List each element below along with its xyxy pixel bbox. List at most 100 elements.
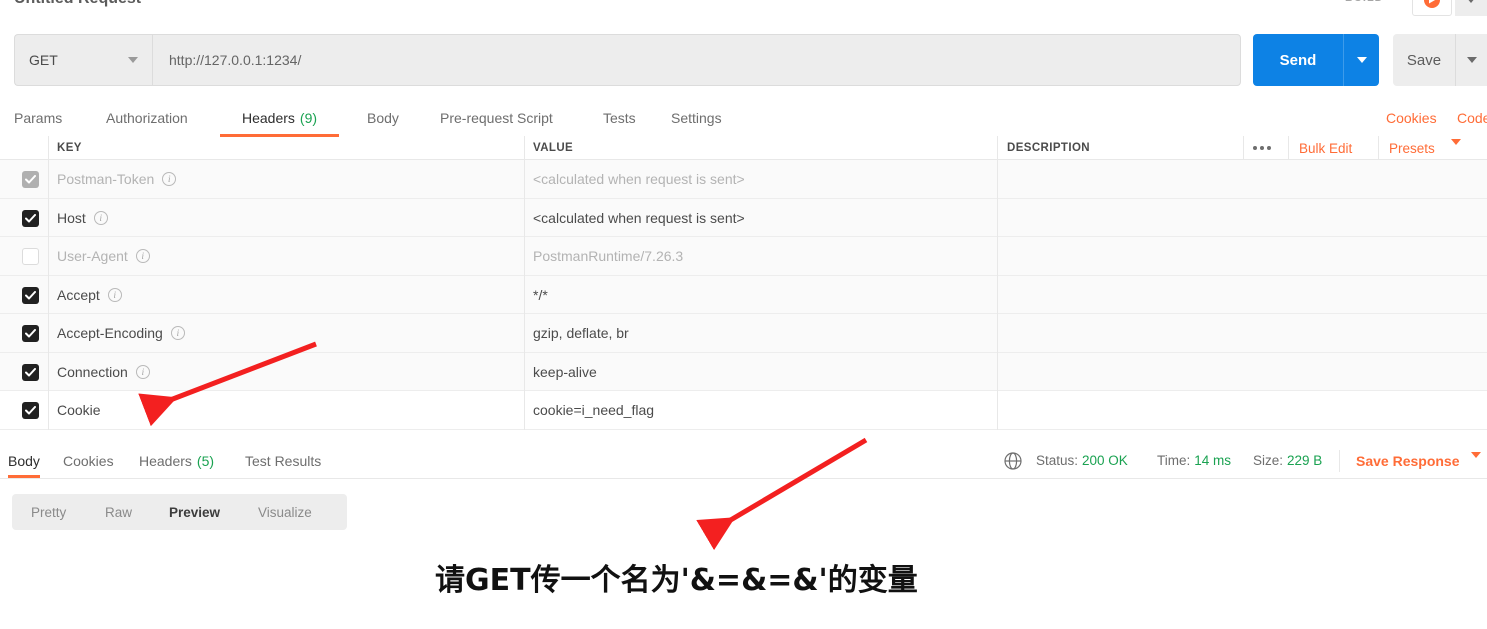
response-tab-cookies[interactable]: Cookies bbox=[63, 443, 114, 478]
header-value-cell[interactable]: cookie=i_need_flag bbox=[533, 391, 654, 430]
tab-label: Settings bbox=[671, 110, 722, 126]
save-response-button[interactable]: Save Response bbox=[1356, 443, 1460, 478]
url-input[interactable]: http://127.0.0.1:1234/ bbox=[152, 34, 1241, 86]
column-divider bbox=[48, 237, 49, 276]
column-header-description: DESCRIPTION bbox=[1007, 142, 1090, 154]
table-header-row: KEY VALUE DESCRIPTION Bulk Edit Presets bbox=[0, 136, 1487, 162]
presets-button[interactable]: Presets bbox=[1389, 136, 1435, 160]
tab-label: Test Results bbox=[245, 452, 322, 469]
column-divider bbox=[48, 160, 49, 199]
chevron-down-icon bbox=[1466, 0, 1476, 3]
header-value-cell[interactable]: */* bbox=[533, 276, 548, 315]
table-row[interactable]: User-Agent i PostmanRuntime/7.26.3 bbox=[0, 237, 1487, 276]
column-divider bbox=[524, 160, 525, 199]
tab-headers[interactable]: Headers (9) bbox=[220, 100, 340, 137]
cookies-link[interactable]: Cookies bbox=[1386, 100, 1437, 136]
response-tab-body[interactable]: Body bbox=[8, 443, 40, 478]
save-options-button[interactable] bbox=[1455, 34, 1487, 86]
header-key-cell[interactable]: Host i bbox=[57, 199, 108, 238]
column-divider bbox=[1288, 136, 1289, 160]
table-row[interactable]: Host i <calculated when request is sent> bbox=[0, 198, 1487, 238]
row-enable-checkbox[interactable] bbox=[22, 209, 39, 227]
info-icon[interactable]: i bbox=[107, 287, 122, 302]
column-divider bbox=[524, 314, 525, 353]
tab-params[interactable]: Params bbox=[14, 100, 62, 136]
header-key-cell[interactable]: Cookie bbox=[57, 391, 101, 430]
response-body-text: 请GET传一个名为'&=&=&'的变量 bbox=[435, 563, 918, 598]
header-key-cell[interactable]: Connection i bbox=[57, 353, 150, 392]
table-row[interactable]: Connection i keep-alive bbox=[0, 352, 1487, 392]
request-url-bar: GET http://127.0.0.1:1234/ Send Save bbox=[0, 34, 1487, 86]
header-key-text: Cookie bbox=[57, 402, 101, 419]
info-icon[interactable]: i bbox=[170, 326, 185, 341]
http-method-select[interactable]: GET bbox=[14, 34, 152, 86]
header-value-cell[interactable]: <calculated when request is sent> bbox=[533, 199, 745, 238]
tab-authorization[interactable]: Authorization bbox=[106, 100, 188, 136]
column-divider bbox=[48, 391, 49, 430]
size-value: 229 B bbox=[1287, 453, 1323, 468]
table-row[interactable]: Accept i */* bbox=[0, 275, 1487, 315]
bulk-edit-button[interactable]: Bulk Edit bbox=[1299, 136, 1352, 160]
row-enable-checkbox[interactable] bbox=[22, 402, 39, 419]
format-visualize[interactable]: Visualize bbox=[258, 494, 312, 530]
format-pretty[interactable]: Pretty bbox=[31, 494, 66, 530]
table-row[interactable]: Postman-Token i <calculated when request… bbox=[0, 160, 1487, 199]
tab-settings[interactable]: Settings bbox=[671, 100, 722, 136]
request-tab-bar: Params Authorization Headers (9) Body Pr… bbox=[0, 100, 1487, 137]
response-tab-headers[interactable]: Headers (5) bbox=[139, 443, 214, 478]
window-top-strip: Untitled Request BUILD bbox=[0, 0, 1487, 22]
time-value: 14 ms bbox=[1194, 453, 1232, 468]
header-key-text: User-Agent bbox=[57, 248, 128, 265]
row-enable-checkbox[interactable] bbox=[22, 171, 39, 188]
tab-pre-request-script[interactable]: Pre-request Script bbox=[440, 100, 553, 136]
header-key-text: Accept-Encoding bbox=[57, 325, 163, 342]
row-enable-checkbox[interactable] bbox=[22, 248, 39, 265]
http-method-label: GET bbox=[29, 52, 58, 68]
tab-tests[interactable]: Tests bbox=[603, 100, 636, 136]
response-tab-test-results[interactable]: Test Results bbox=[245, 443, 321, 478]
chevron-down-icon bbox=[128, 57, 138, 63]
header-key-cell[interactable]: Postman-Token i bbox=[57, 160, 177, 199]
tab-label: Body bbox=[8, 452, 40, 469]
send-button[interactable]: Send bbox=[1253, 34, 1343, 86]
send-options-button[interactable] bbox=[1343, 34, 1379, 86]
info-icon[interactable]: i bbox=[93, 210, 108, 225]
table-row[interactable]: Accept-Encoding i gzip, deflate, br bbox=[0, 314, 1487, 353]
row-enable-checkbox[interactable] bbox=[22, 286, 39, 304]
format-raw[interactable]: Raw bbox=[105, 494, 132, 530]
column-divider bbox=[524, 198, 525, 237]
size-label: Size: bbox=[1253, 453, 1284, 468]
header-value-cell[interactable]: <calculated when request is sent> bbox=[533, 160, 745, 199]
tab-label: Headers bbox=[139, 452, 192, 469]
header-key-cell[interactable]: Accept i bbox=[57, 276, 122, 315]
info-icon[interactable]: i bbox=[135, 249, 150, 264]
column-divider bbox=[997, 275, 998, 314]
info-icon[interactable]: i bbox=[162, 172, 177, 187]
column-divider bbox=[524, 237, 525, 276]
column-divider bbox=[524, 352, 525, 391]
build-dropdown-caret[interactable] bbox=[1455, 0, 1487, 16]
column-divider bbox=[524, 275, 525, 314]
tab-label: Body bbox=[367, 110, 399, 126]
save-button[interactable]: Save bbox=[1393, 34, 1455, 86]
info-icon[interactable]: i bbox=[135, 364, 150, 379]
tab-label: Authorization bbox=[106, 110, 188, 126]
column-divider bbox=[997, 314, 998, 353]
header-key-cell[interactable]: Accept-Encoding i bbox=[57, 314, 185, 353]
column-divider bbox=[1243, 136, 1244, 160]
header-key-cell[interactable]: User-Agent i bbox=[57, 237, 150, 276]
header-value-cell[interactable]: keep-alive bbox=[533, 353, 597, 392]
row-enable-checkbox[interactable] bbox=[22, 363, 39, 381]
tab-label: Params bbox=[14, 110, 63, 126]
row-enable-checkbox[interactable] bbox=[22, 325, 39, 342]
format-preview[interactable]: Preview bbox=[169, 494, 220, 530]
code-link[interactable]: Code bbox=[1457, 100, 1487, 136]
column-divider bbox=[48, 275, 49, 314]
column-divider bbox=[48, 314, 49, 353]
tab-body[interactable]: Body bbox=[367, 100, 399, 136]
header-value-cell[interactable]: gzip, deflate, br bbox=[533, 314, 629, 353]
more-options-icon[interactable] bbox=[1253, 136, 1271, 160]
chevron-down-icon[interactable] bbox=[1471, 452, 1481, 476]
header-value-cell[interactable]: PostmanRuntime/7.26.3 bbox=[533, 237, 683, 276]
table-row[interactable]: Cookie cookie=i_need_flag bbox=[0, 391, 1487, 430]
